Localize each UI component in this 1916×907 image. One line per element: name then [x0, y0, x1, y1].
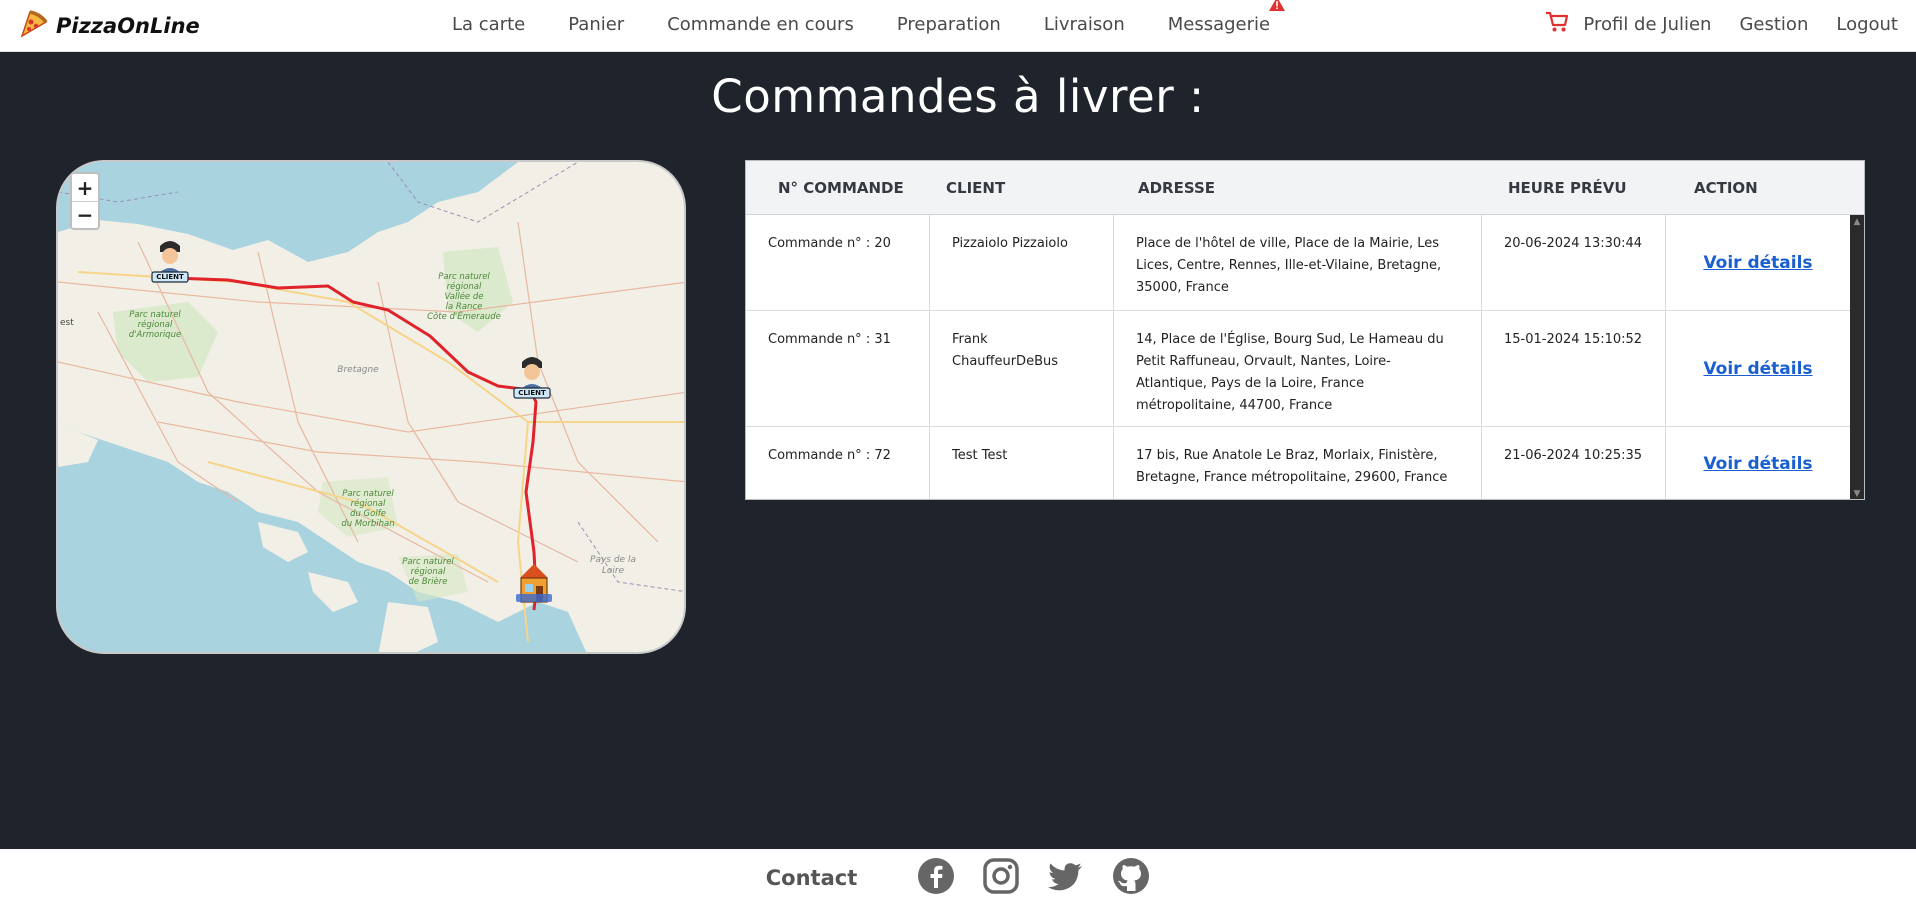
delivery-address: 14, Place de l'Église, Bourg Sud, Le Ham… [1114, 311, 1482, 426]
table-scrollbar[interactable]: ▲ ▼ [1850, 215, 1864, 499]
table-row: Commande n° : 72 Test Test 17 bis, Rue A… [746, 427, 1864, 499]
github-icon[interactable] [1112, 857, 1150, 899]
brand[interactable]: PizzaOnLine [18, 8, 200, 44]
client-marker-brest[interactable]: CLIENT [150, 238, 190, 284]
profile-link[interactable]: Profil de Julien [1545, 11, 1711, 37]
pizza-logo-icon [18, 8, 50, 44]
order-number: Commande n° : 31 [746, 311, 930, 426]
svg-text:est: est [60, 318, 74, 328]
nav-messagerie[interactable]: Messagerie [1167, 0, 1286, 35]
social-links [917, 857, 1150, 899]
scroll-up-icon[interactable]: ▲ [1850, 215, 1864, 229]
table-row: Commande n° : 20 Pizzaiolo Pizzaiolo Pla… [746, 215, 1864, 311]
nav-commande-en-cours[interactable]: Commande en cours [667, 14, 854, 35]
delivery-address: Place de l'hôtel de ville, Place de la M… [1114, 215, 1482, 310]
nav-messagerie-label: Messagerie [1167, 13, 1271, 35]
zoom-out-button[interactable]: − [72, 201, 98, 228]
client-marker-rennes[interactable]: CLIENT [512, 354, 552, 400]
planned-time: 21-06-2024 10:25:35 [1482, 427, 1666, 499]
delivery-address: 17 bis, Rue Anatole Le Braz, Morlaix, Fi… [1114, 427, 1482, 499]
navbar: PizzaOnLine La carte Panier Commande en … [0, 0, 1916, 52]
order-number: Commande n° : 20 [746, 215, 930, 310]
pizzeria-marker-icon[interactable] [512, 558, 556, 606]
user-nav: Profil de Julien Gestion Logout [1545, 0, 1898, 48]
profile-label[interactable]: Profil de Julien [1583, 14, 1711, 35]
svg-text:Bretagne: Bretagne [337, 365, 379, 375]
table-row: Commande n° : 31 Frank ChauffeurDeBus 14… [746, 311, 1864, 427]
header-time: HEURE PRÉVU [1508, 178, 1627, 197]
page-title: Commandes à livrer : [711, 70, 1205, 123]
nav-gestion[interactable]: Gestion [1739, 14, 1808, 35]
delivery-map[interactable]: Parc naturel régional d'Armorique Parc nat… [56, 160, 686, 654]
view-details-link[interactable]: Voir détails [1703, 252, 1812, 274]
nav-preparation[interactable]: Preparation [897, 14, 1001, 35]
nav-panier[interactable]: Panier [568, 14, 624, 35]
zoom-in-button[interactable]: + [72, 174, 98, 201]
orders-table: N° COMMANDE CLIENT ADRESSE HEURE PRÉVU A… [745, 160, 1865, 500]
view-details-link[interactable]: Voir détails [1703, 453, 1812, 475]
twitter-icon[interactable] [1047, 857, 1085, 899]
main-nav: La carte Panier Commande en cours Prepar… [452, 0, 1286, 48]
instagram-icon[interactable] [982, 857, 1020, 899]
alert-icon [1268, 0, 1286, 17]
client-marker-label: CLIENT [156, 273, 184, 281]
nav-livraison[interactable]: Livraison [1044, 14, 1125, 35]
footer: Contact [0, 849, 1916, 907]
zoom-control: + − [70, 172, 100, 230]
planned-time: 15-01-2024 15:10:52 [1482, 311, 1666, 426]
client-marker-label: CLIENT [518, 389, 546, 397]
planned-time: 20-06-2024 13:30:44 [1482, 215, 1666, 310]
facebook-icon[interactable] [917, 857, 955, 899]
action-cell: Voir détails [1666, 311, 1850, 426]
order-number: Commande n° : 72 [746, 427, 930, 499]
action-cell: Voir détails [1666, 427, 1850, 499]
view-details-link[interactable]: Voir détails [1703, 358, 1812, 380]
client-name: Pizzaiolo Pizzaiolo [930, 215, 1114, 310]
scroll-down-icon[interactable]: ▼ [1850, 487, 1864, 499]
header-action: ACTION [1694, 178, 1758, 197]
nav-la-carte[interactable]: La carte [452, 14, 525, 35]
header-order-number: N° COMMANDE [778, 178, 904, 197]
action-cell: Voir détails [1666, 215, 1850, 310]
header-address: ADRESSE [1138, 178, 1216, 197]
client-name: Frank ChauffeurDeBus [930, 311, 1114, 426]
cart-icon[interactable] [1545, 11, 1569, 37]
header-client: CLIENT [946, 178, 1006, 197]
table-header: N° COMMANDE CLIENT ADRESSE HEURE PRÉVU A… [746, 161, 1864, 215]
logout-link[interactable]: Logout [1836, 14, 1898, 35]
client-name: Test Test [930, 427, 1114, 499]
contact-label: Contact [765, 866, 858, 890]
brand-name: PizzaOnLine [56, 14, 200, 38]
